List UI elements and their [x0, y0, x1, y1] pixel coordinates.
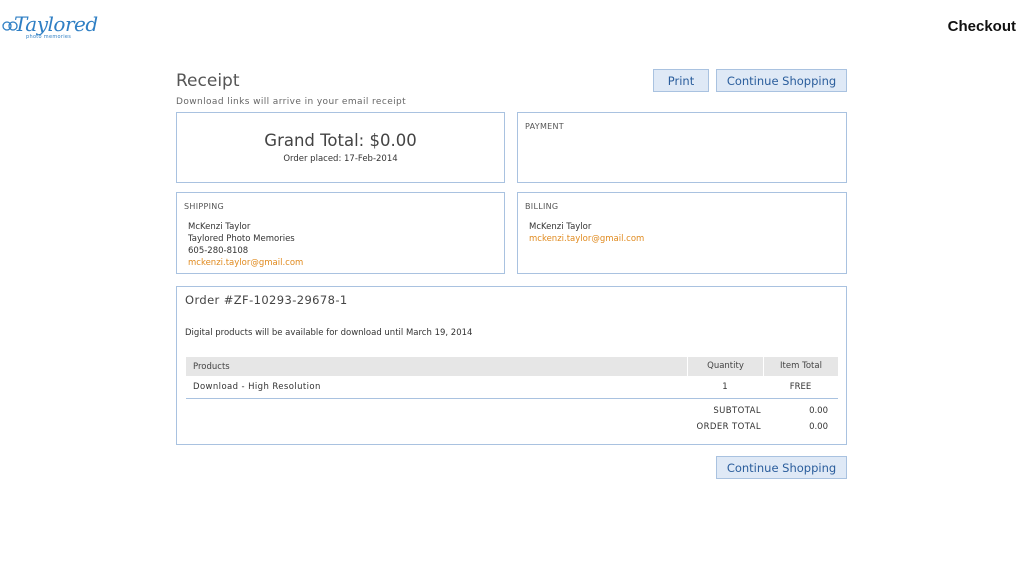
subtotal-label: SUBTOTAL	[713, 406, 761, 416]
column-header-products: Products	[193, 362, 230, 372]
order-placed-date: Order placed: 17-Feb-2014	[283, 154, 398, 164]
logo-subtitle: photo memories	[26, 34, 72, 40]
order-table-header: Products Quantity Item Total	[186, 357, 838, 376]
print-button[interactable]: Print	[653, 69, 709, 92]
billing-name: McKenzi Taylor	[529, 222, 592, 232]
page-title: Receipt	[176, 71, 240, 91]
grand-total: Grand Total: $0.00	[264, 131, 417, 150]
shipping-heading: SHIPPING	[184, 202, 225, 211]
billing-heading: BILLING	[525, 202, 559, 211]
billing-email-link[interactable]: mckenzi.taylor@gmail.com	[529, 233, 644, 245]
order-panel: Order #ZF-10293-29678-1 Digital products…	[176, 286, 847, 445]
shipping-company: Taylored Photo Memories	[188, 234, 295, 244]
shipping-panel: SHIPPING McKenzi Taylor Taylored Photo M…	[176, 192, 505, 274]
row-item-total: FREE	[789, 382, 812, 392]
shipping-phone: 605-280-8108	[188, 246, 249, 256]
shipping-email-link[interactable]: mckenzi.taylor@gmail.com	[188, 257, 303, 269]
order-number: Order #ZF-10293-29678-1	[185, 293, 348, 307]
receipt-subtitle: Download links will arrive in your email…	[176, 97, 407, 107]
billing-panel: BILLING McKenzi Taylor mckenzi.taylor@gm…	[517, 192, 847, 274]
order-total-label: ORDER TOTAL	[696, 422, 761, 432]
subtotal-value: 0.00	[809, 406, 828, 416]
column-header-quantity: Quantity	[687, 357, 763, 376]
payment-heading: PAYMENT	[525, 122, 564, 131]
logo-text: Taylored	[14, 12, 98, 36]
column-header-item-total: Item Total	[763, 357, 838, 376]
row-product: Download - High Resolution	[193, 382, 321, 392]
shipping-name: McKenzi Taylor	[188, 222, 251, 232]
billing-address: McKenzi Taylor mckenzi.taylor@gmail.com	[529, 221, 644, 245]
row-quantity: 1	[722, 382, 728, 392]
digital-download-note: Digital products will be available for d…	[185, 328, 473, 338]
continue-shopping-button-top[interactable]: Continue Shopping	[716, 69, 847, 92]
order-total-value: 0.00	[809, 422, 828, 432]
continue-shopping-button-bottom[interactable]: Continue Shopping	[716, 456, 847, 479]
shipping-address: McKenzi Taylor Taylored Photo Memories 6…	[188, 221, 303, 269]
table-row: Download - High Resolution 1 FREE	[186, 376, 838, 399]
page-heading-checkout: Checkout	[947, 18, 1016, 35]
grand-total-panel: Grand Total: $0.00 Order placed: 17-Feb-…	[176, 112, 505, 183]
payment-panel: PAYMENT	[517, 112, 847, 183]
